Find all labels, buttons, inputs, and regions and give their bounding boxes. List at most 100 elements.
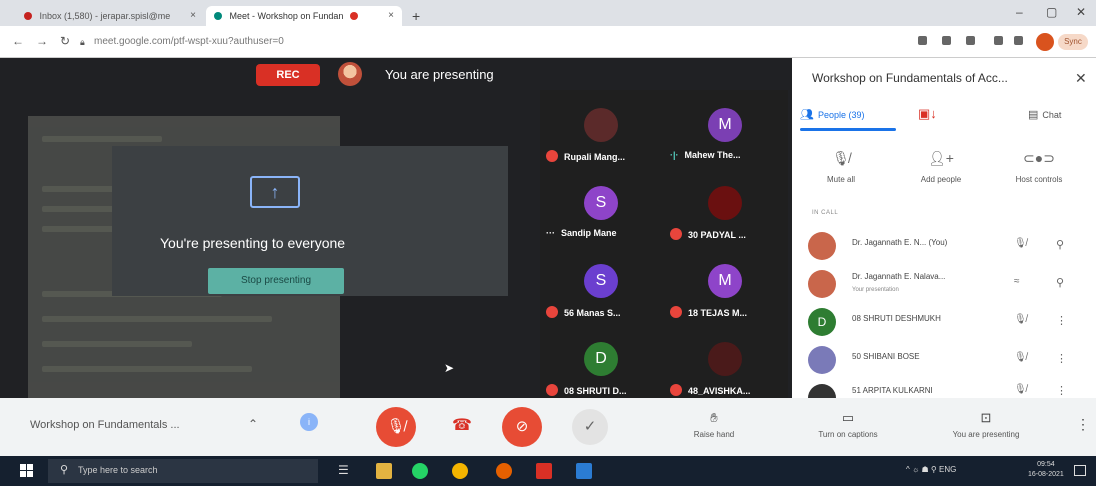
- close-icon[interactable]: ×: [388, 10, 394, 21]
- chrome-icon[interactable]: [452, 463, 468, 479]
- system-tray[interactable]: ^ ☼ ☗ ⚲ ENG: [906, 465, 956, 474]
- forward-icon[interactable]: →: [36, 34, 48, 48]
- new-tab-button[interactable]: +: [412, 8, 420, 24]
- participant-avatar: [584, 108, 618, 142]
- recording-dot-icon: [349, 12, 358, 20]
- captions-button[interactable]: ▭ Turn on captions: [788, 410, 908, 439]
- add-people-button[interactable]: 👤︎+ Add people: [896, 150, 986, 184]
- profile-avatar[interactable]: [1036, 33, 1054, 51]
- reload-icon[interactable]: ↻: [60, 34, 70, 48]
- participant-tile[interactable]: Rupali Mang...: [540, 96, 664, 174]
- clock[interactable]: 09:54 16-08-2021: [1028, 460, 1064, 480]
- more-icon[interactable]: ···: [546, 228, 555, 238]
- meeting-details-title[interactable]: Workshop on Fundamentals ...: [30, 419, 180, 431]
- hangup-icon: ☎︎: [452, 417, 472, 434]
- mic-off-icon[interactable]: 🎙︎̸: [1014, 384, 1027, 395]
- in-call-heading: IN CALL: [812, 210, 839, 216]
- raise-hand-button[interactable]: ✋︎ Raise hand: [654, 410, 774, 439]
- url-field[interactable]: meet.google.com/ptf-wspt-xuu?authuser=0: [94, 36, 284, 47]
- firefox-icon[interactable]: [496, 463, 512, 479]
- task-view-icon[interactable]: ☰: [338, 463, 354, 479]
- participant-tile[interactable]: S 56 Manas S...: [540, 252, 664, 330]
- mic-off-icon: [546, 306, 558, 318]
- rec-label: REC: [276, 69, 300, 81]
- pin-icon[interactable]: ⚲: [1056, 238, 1064, 251]
- notifications-icon[interactable]: [1074, 465, 1086, 476]
- meet-icon: [214, 12, 222, 20]
- participant-row[interactable]: 50 SHIBANI BOSE 🎙︎̸ ⋮: [808, 344, 1088, 378]
- close-icon[interactable]: ×: [190, 10, 196, 21]
- present-button[interactable]: ⊡ You are presenting: [926, 410, 1046, 439]
- participant-avatar: M: [708, 264, 742, 298]
- camera-toggle-button[interactable]: ⊘: [502, 407, 542, 447]
- add-person-icon: 👤︎+: [928, 150, 954, 166]
- camera-permission-icon[interactable]: [918, 36, 927, 45]
- file-explorer-icon[interactable]: [376, 463, 392, 479]
- participant-row[interactable]: Dr. Jagannath E. N... (You) 🎙︎̸ ⚲: [808, 230, 1088, 264]
- participant-tile[interactable]: M ·|· Mahew The...: [664, 96, 788, 174]
- window-close-button[interactable]: ✕: [1076, 5, 1086, 19]
- back-icon[interactable]: ←: [12, 34, 24, 48]
- participant-avatar: M: [708, 108, 742, 142]
- mute-all-button[interactable]: 🎙︎̸ Mute all: [796, 150, 886, 184]
- sync-button[interactable]: Sync: [1058, 34, 1088, 50]
- pin-icon[interactable]: ⚲: [1056, 276, 1064, 289]
- more-options-icon[interactable]: ⋮: [1056, 314, 1067, 327]
- tab-meet[interactable]: Meet - Workshop on Fundan ×: [206, 6, 402, 26]
- presenting-to-everyone-text: You're presenting to everyone: [160, 235, 346, 251]
- extensions-icon[interactable]: [994, 36, 1003, 45]
- presenter-avatar: [338, 62, 362, 86]
- participant-tile[interactable]: D 08 SHRUTI D...: [540, 330, 664, 408]
- tab-chat[interactable]: ▤ Chat: [1028, 108, 1061, 121]
- participant-tile[interactable]: 30 PADYAL ...: [664, 174, 788, 252]
- check-button[interactable]: ✓: [572, 409, 608, 445]
- taskbar-search-input[interactable]: Type here to search: [48, 459, 318, 483]
- people-tab-label: People (39): [817, 110, 865, 120]
- participant-name: 50 SHIBANI BOSE: [852, 352, 920, 361]
- tab-gmail[interactable]: Inbox (1,580) - jerapar.spisl@me ×: [16, 6, 204, 26]
- active-tab-indicator: [800, 128, 896, 131]
- participant-avatar: D: [584, 342, 618, 376]
- close-panel-button[interactable]: ✕: [1075, 70, 1087, 87]
- participant-row[interactable]: D 08 SHRUTI DESHMUKH 🎙︎̸ ⋮: [808, 306, 1088, 340]
- mic-off-icon[interactable]: 🎙︎̸: [1014, 352, 1027, 363]
- presenting-label: You are presenting: [385, 67, 494, 82]
- present-upload-icon: ↑: [250, 176, 300, 208]
- maximize-button[interactable]: ▢: [1046, 5, 1057, 19]
- bookmark-star-icon[interactable]: [966, 36, 975, 45]
- participant-row[interactable]: 51 ARPITA KULKARNI 🎙︎̸ ⋮: [808, 382, 1088, 398]
- participant-tile[interactable]: 48_AVISHKA...: [664, 330, 788, 408]
- stop-presenting-button[interactable]: Stop presenting: [208, 268, 344, 294]
- chevron-up-icon[interactable]: ⌃: [248, 417, 258, 431]
- mouse-cursor-icon: ➤: [444, 361, 455, 375]
- participant-tile[interactable]: M 18 TEJAS M...: [664, 252, 788, 330]
- leave-call-button[interactable]: ☎︎: [445, 411, 479, 441]
- participant-name: Rupali Mang...: [564, 152, 626, 162]
- audio-level-icon[interactable]: ≈: [1014, 276, 1020, 287]
- mic-off-icon[interactable]: 🎙︎̸: [1014, 238, 1027, 249]
- panel-title: Workshop on Fundamentals of Acc...: [812, 71, 1008, 85]
- microphone-toggle-button[interactable]: 🎙︎̸: [376, 407, 416, 447]
- participant-tile[interactable]: S ··· Sandip Mane: [540, 174, 664, 252]
- mic-off-icon[interactable]: 🎙︎̸: [1014, 314, 1027, 325]
- tab-activities[interactable]: ▣↓: [918, 106, 937, 122]
- participant-name: 51 ARPITA KULKARNI: [852, 386, 933, 395]
- tab-label: Meet - Workshop on Fundan: [229, 11, 344, 21]
- minimize-button[interactable]: –: [1016, 5, 1023, 19]
- media-icon[interactable]: [1014, 36, 1023, 45]
- participant-name: Sandip Mane: [561, 228, 617, 238]
- participant-subtitle: Your presentation: [852, 287, 899, 293]
- participant-row[interactable]: Dr. Jagannath E. Nalava... Your presenta…: [808, 268, 1088, 302]
- zoom-icon[interactable]: [942, 36, 951, 45]
- pdf-reader-icon[interactable]: [536, 463, 552, 479]
- more-options-icon[interactable]: ⋮: [1056, 384, 1067, 397]
- participant-name: 30 PADYAL ...: [688, 230, 746, 240]
- whatsapp-icon[interactable]: [412, 463, 428, 479]
- windows-start-icon[interactable]: [20, 464, 34, 478]
- info-icon[interactable]: i: [300, 413, 318, 431]
- more-options-icon[interactable]: ⋮: [1056, 352, 1067, 365]
- tab-people[interactable]: 👥︎ People (39): [800, 108, 865, 121]
- more-options-icon[interactable]: ⋮: [1076, 416, 1090, 433]
- host-controls-button[interactable]: ⊂●⊃ Host controls: [994, 150, 1084, 184]
- app-icon[interactable]: [576, 463, 592, 479]
